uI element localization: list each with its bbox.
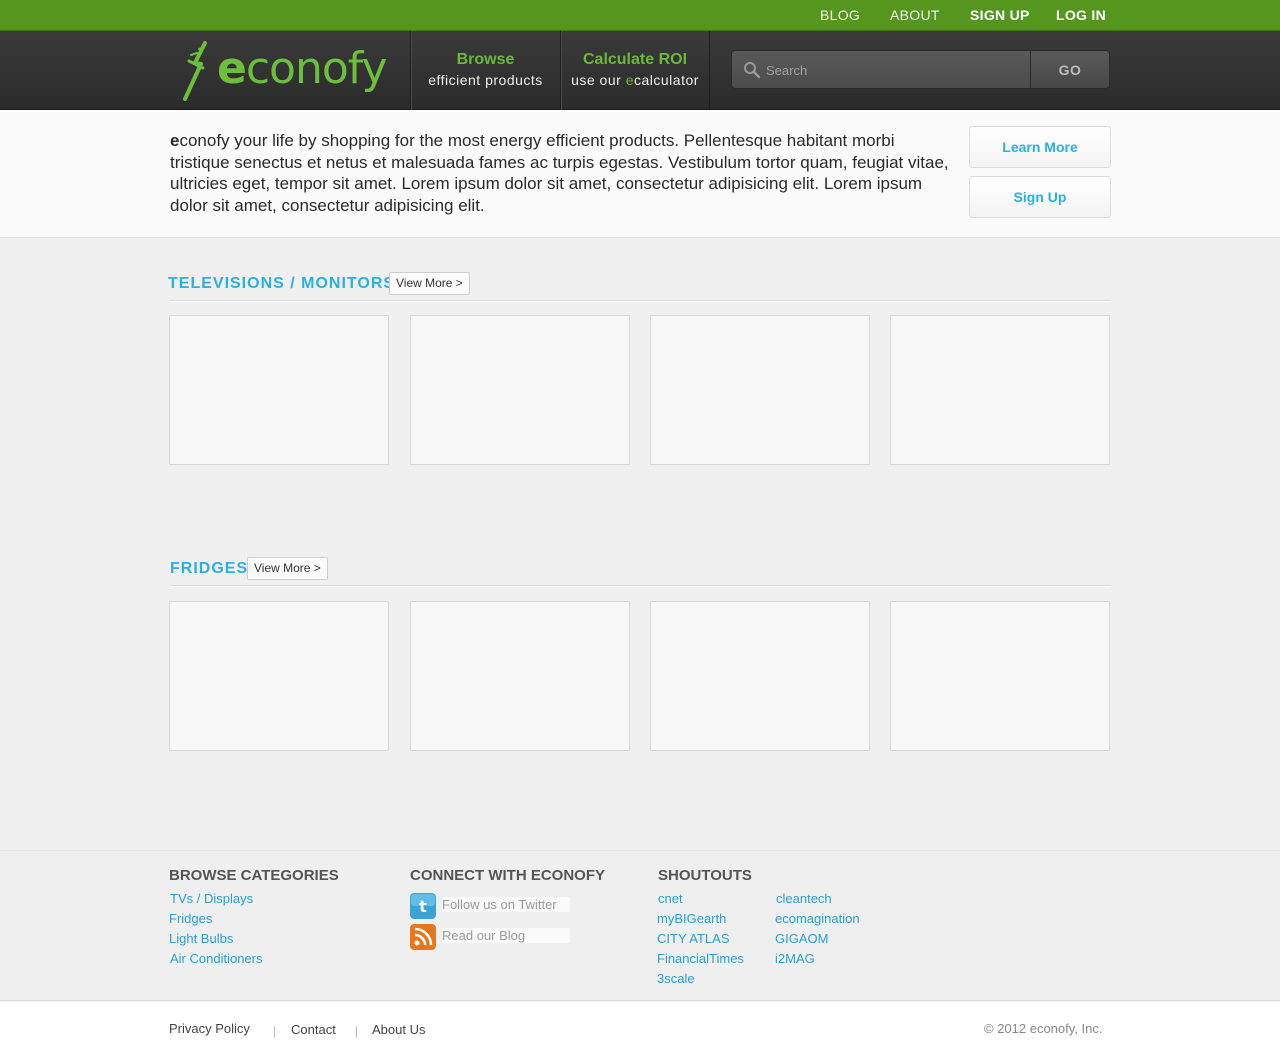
bottom-bar: Privacy Policy | Contact | About Us © 20… [0, 1002, 1280, 1060]
intro-sign-up-button[interactable]: Sign Up [969, 176, 1111, 218]
learn-more-button[interactable]: Learn More [969, 126, 1111, 168]
footer-link-tvs[interactable]: TVs / Displays [170, 891, 253, 906]
sign-up-link[interactable]: SIGN UP [970, 7, 1030, 23]
product-card[interactable] [410, 601, 630, 751]
section-title-fridges: FRIDGES [170, 560, 249, 577]
view-more-fridges-button[interactable]: View More > [247, 557, 328, 580]
blog-read-link[interactable]: Read our Blog [410, 924, 570, 950]
about-us-link[interactable]: About Us [372, 1022, 425, 1037]
footer-link-fridges[interactable]: Fridges [169, 911, 212, 926]
connect-heading: CONNECT WITH ECONOFY [410, 867, 605, 884]
twitter-icon: t [410, 893, 436, 919]
footer-link-air-conditioners[interactable]: Air Conditioners [170, 951, 263, 966]
search-go-button[interactable]: GO [1030, 50, 1110, 89]
shoutout-link[interactable]: cleantech [776, 891, 832, 906]
search-icon [744, 62, 761, 79]
product-card[interactable] [890, 601, 1110, 751]
product-card[interactable] [169, 601, 389, 751]
browse-categories-heading: BROWSE CATEGORIES [169, 867, 339, 884]
logo-wordmark: econofy [217, 43, 388, 94]
shoutout-link[interactable]: CITY ATLAS [657, 931, 730, 946]
shoutout-link[interactable]: cnet [658, 891, 683, 906]
rss-icon [410, 924, 436, 950]
copyright-text: © 2012 econofy, Inc. [984, 1021, 1103, 1036]
search-box [731, 50, 1031, 89]
nav-roi-subtitle: use our ecalculator [571, 72, 699, 88]
shoutout-link[interactable]: 3scale [657, 971, 695, 986]
site-header: econofy Browse efficient products Calcul… [0, 31, 1280, 110]
shoutout-link[interactable]: myBIGearth [657, 911, 726, 926]
nav-browse-subtitle: efficient products [428, 72, 543, 88]
section-divider [170, 585, 1111, 586]
footer-link-light-bulbs[interactable]: Light Bulbs [169, 931, 233, 946]
intro-banner: econofy your life by shopping for the mo… [0, 110, 1280, 238]
product-card[interactable] [410, 315, 630, 465]
contact-link[interactable]: Contact [291, 1022, 336, 1037]
svg-text:t: t [419, 897, 427, 916]
twitter-follow-link[interactable]: t Follow us on Twitter [410, 893, 570, 919]
product-card[interactable] [650, 315, 870, 465]
top-utility-bar: BLOG ABOUT SIGN UP LOG IN [0, 0, 1280, 31]
section-divider [170, 300, 1111, 301]
section-title-televisions: TELEVISIONS / MONITORS [168, 275, 396, 292]
product-card[interactable] [890, 315, 1110, 465]
shoutout-link[interactable]: GIGAOM [775, 931, 828, 946]
shoutouts-heading: SHOUTOUTS [658, 867, 752, 884]
privacy-policy-link[interactable]: Privacy Policy [169, 1021, 250, 1036]
intro-text: econofy your life by shopping for the mo… [170, 131, 949, 215]
blog-link[interactable]: BLOG [820, 7, 860, 23]
blog-read-label: Read our Blog [442, 928, 570, 943]
link-separator: | [273, 1024, 277, 1038]
shoutout-link[interactable]: FinancialTimes [657, 951, 744, 966]
nav-roi-title: Calculate ROI [582, 51, 688, 68]
nav-browse-title: Browse [456, 51, 515, 68]
link-separator: | [355, 1024, 359, 1038]
view-more-televisions-button[interactable]: View More > [389, 272, 470, 295]
plug-icon [183, 41, 207, 101]
twitter-follow-label: Follow us on Twitter [442, 897, 570, 912]
site-footer: BROWSE CATEGORIES TVs / Displays Fridges… [0, 850, 1280, 1001]
log-in-link[interactable]: LOG IN [1056, 7, 1106, 23]
shoutout-link[interactable]: ecomagination [775, 911, 860, 926]
search-input[interactable] [766, 60, 1016, 80]
nav-calculate-roi[interactable]: Calculate ROI use our ecalculator [560, 31, 710, 110]
about-link[interactable]: ABOUT [890, 7, 940, 23]
nav-browse[interactable]: Browse efficient products [410, 31, 560, 110]
econofy-logo[interactable]: econofy [175, 41, 395, 101]
product-card[interactable] [650, 601, 870, 751]
product-card[interactable] [169, 315, 389, 465]
shoutout-link[interactable]: i2MAG [775, 951, 815, 966]
